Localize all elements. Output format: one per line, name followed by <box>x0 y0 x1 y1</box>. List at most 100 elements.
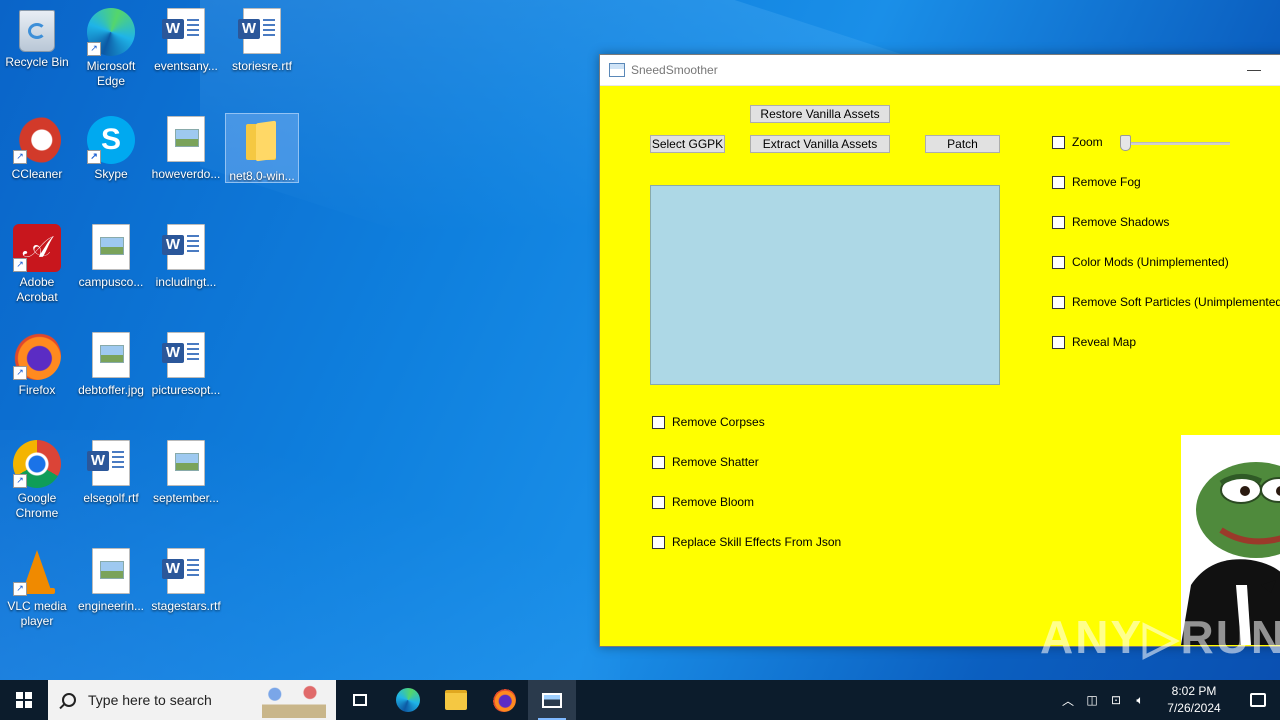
word-document-icon: W <box>162 332 210 380</box>
clock-date: 7/26/2024 <box>1167 701 1221 715</box>
checkbox-box[interactable] <box>652 535 665 549</box>
folder-icon <box>445 690 467 710</box>
minimize-button[interactable]: — <box>1244 61 1264 77</box>
start-button[interactable] <box>0 680 48 720</box>
checkbox-replace-skill-effects[interactable]: Replace Skill Effects From Json <box>652 535 841 549</box>
checkbox-reveal-map[interactable]: Reveal Map <box>1052 335 1136 349</box>
zoom-slider[interactable] <box>1120 135 1230 151</box>
checkbox-box[interactable] <box>1052 255 1065 269</box>
desktop-icon-debtoffer[interactable]: debtoffer.jpg <box>75 328 147 398</box>
task-view-icon <box>353 694 367 706</box>
checkbox-remove-shadows[interactable]: Remove Shadows <box>1052 215 1169 229</box>
shortcut-arrow-icon: ↗ <box>13 474 27 488</box>
firefox-icon: ↗ <box>13 332 61 380</box>
edge-icon: ↗ <box>87 8 135 56</box>
image-file-icon <box>87 332 135 380</box>
desktop-icon-ccleaner[interactable]: ↗ CCleaner <box>1 112 73 182</box>
image-file-icon <box>162 116 210 164</box>
firefox-icon <box>492 688 516 712</box>
taskbar-firefox[interactable] <box>480 680 528 720</box>
anyrun-watermark: ANY▷RUN <box>1040 611 1280 663</box>
checkbox-box[interactable] <box>1052 215 1065 229</box>
adobe-acrobat-icon: 𝒜 ↗ <box>13 224 61 272</box>
patch-button[interactable]: Patch <box>925 135 1000 153</box>
desktop-icon-net8-folder[interactable]: net8.0-win... <box>225 113 299 183</box>
ccleaner-icon: ↗ <box>13 116 61 164</box>
checkbox-box[interactable] <box>1052 135 1065 149</box>
clock-time: 8:02 PM <box>1171 684 1217 698</box>
shortcut-arrow-icon: ↗ <box>13 582 27 596</box>
checkbox-box[interactable] <box>1052 335 1065 349</box>
desktop-icon-eventsany[interactable]: W eventsany... <box>150 4 222 74</box>
notification-icon <box>1250 693 1266 707</box>
network-icon[interactable]: ⊡ <box>1104 693 1128 707</box>
shortcut-arrow-icon: ↗ <box>87 150 101 164</box>
taskbar-edge[interactable] <box>384 680 432 720</box>
desktop-icon-adobe-acrobat[interactable]: 𝒜 ↗ Adobe Acrobat <box>1 220 73 305</box>
desktop-icon-vlc[interactable]: ↗ VLC media player <box>1 544 73 629</box>
word-document-icon: W <box>162 224 210 272</box>
shortcut-arrow-icon: ↗ <box>13 366 27 380</box>
restore-vanilla-assets-button[interactable]: Restore Vanilla Assets <box>750 105 890 123</box>
shortcut-arrow-icon: ↗ <box>13 258 27 272</box>
folder-icon <box>238 118 286 166</box>
checkbox-box[interactable] <box>652 455 665 469</box>
desktop-icon-howeverdo[interactable]: howeverdo... <box>150 112 222 182</box>
log-panel <box>650 185 1000 385</box>
select-ggpk-button[interactable]: Select GGPK <box>650 135 725 153</box>
word-document-icon: W <box>87 440 135 488</box>
checkbox-box[interactable] <box>1052 175 1065 189</box>
slider-thumb[interactable] <box>1120 135 1131 151</box>
desktop-icon-includingt[interactable]: W includingt... <box>150 220 222 290</box>
skype-icon: S ↗ <box>87 116 135 164</box>
checkbox-remove-shatter[interactable]: Remove Shatter <box>652 455 759 469</box>
edge-icon <box>396 688 420 712</box>
meet-now-icon[interactable]: ◫ <box>1080 693 1104 707</box>
desktop-icon-recycle-bin[interactable]: Recycle Bin <box>1 4 73 70</box>
word-document-icon: W <box>162 8 210 56</box>
taskbar-search-box[interactable]: Type here to search <box>48 680 336 720</box>
system-tray: ︿ ◫ ⊡ 🔈︎ 8:02 PM 7/26/2024 <box>1056 680 1280 720</box>
desktop-icon-skype[interactable]: S ↗ Skype <box>75 112 147 182</box>
window-titlebar[interactable]: SneedSmoother — <box>600 55 1280 86</box>
search-icon <box>62 693 76 707</box>
desktop-icon-firefox[interactable]: ↗ Firefox <box>1 328 73 398</box>
checkbox-remove-soft-particles[interactable]: Remove Soft Particles (Unimplemented) <box>1052 295 1280 309</box>
desktop-icon-campusco[interactable]: campusco... <box>75 220 147 290</box>
chrome-icon: ↗ <box>13 440 61 488</box>
taskbar-file-explorer[interactable] <box>432 680 480 720</box>
shortcut-arrow-icon: ↗ <box>13 150 27 164</box>
desktop-icon-microsoft-edge[interactable]: ↗ Microsoft Edge <box>75 4 147 89</box>
app-window-icon <box>542 692 562 708</box>
checkbox-box[interactable] <box>1052 295 1065 309</box>
clock[interactable]: 8:02 PM 7/26/2024 <box>1152 683 1236 717</box>
checkbox-remove-fog[interactable]: Remove Fog <box>1052 175 1141 189</box>
desktop-icon-stagestars[interactable]: W stagestars.rtf <box>150 544 222 614</box>
checkbox-zoom[interactable]: Zoom <box>1052 135 1103 149</box>
sneedsmoother-window: SneedSmoother — Restore Vanilla Assets S… <box>599 54 1280 647</box>
checkbox-remove-bloom[interactable]: Remove Bloom <box>652 495 754 509</box>
recycle-bin-icon <box>19 10 55 52</box>
desktop-icon-storiesre[interactable]: W storiesre.rtf <box>226 4 298 74</box>
taskbar-sneedsmoother[interactable] <box>528 680 576 720</box>
desktop-icon-elsegolf[interactable]: W elsegolf.rtf <box>75 436 147 506</box>
image-file-icon <box>87 224 135 272</box>
search-highlight-image <box>262 684 326 718</box>
extract-vanilla-assets-button[interactable]: Extract Vanilla Assets <box>750 135 890 153</box>
checkbox-box[interactable] <box>652 415 665 429</box>
desktop-icon-september[interactable]: september... <box>150 436 222 506</box>
task-view-button[interactable] <box>336 680 384 720</box>
desktop-icon-picturesopt[interactable]: W picturesopt... <box>150 328 222 398</box>
checkbox-box[interactable] <box>652 495 665 509</box>
checkbox-color-mods[interactable]: Color Mods (Unimplemented) <box>1052 255 1229 269</box>
notification-center-button[interactable] <box>1236 680 1280 720</box>
shortcut-arrow-icon: ↗ <box>87 42 101 56</box>
image-file-icon <box>87 548 135 596</box>
desktop-icon-engineerin[interactable]: engineerin... <box>75 544 147 614</box>
checkbox-remove-corpses[interactable]: Remove Corpses <box>652 415 765 429</box>
desktop-icon-google-chrome[interactable]: ↗ Google Chrome <box>1 436 73 521</box>
windows-logo-icon <box>16 692 32 708</box>
vlc-cone-icon: ↗ <box>13 548 61 596</box>
chevron-up-icon[interactable]: ︿ <box>1056 692 1080 709</box>
volume-icon[interactable]: 🔈︎ <box>1128 693 1152 708</box>
